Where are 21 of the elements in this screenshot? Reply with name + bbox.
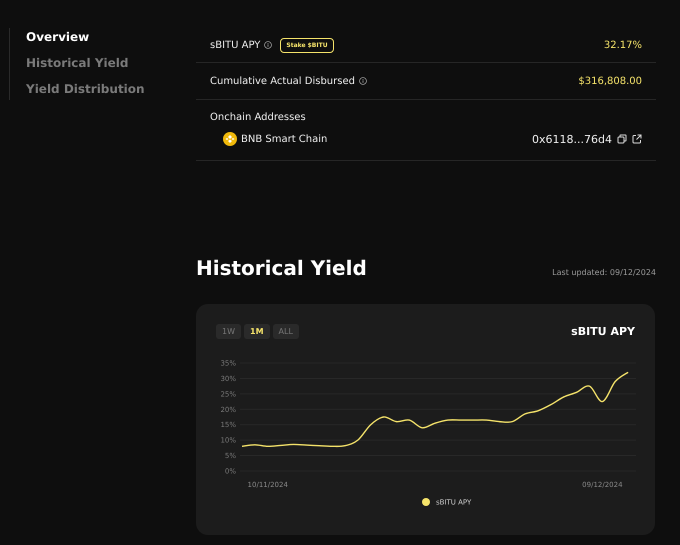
sidebar-item[interactable]: Overview	[26, 30, 90, 44]
range-tab[interactable]: 1W	[216, 324, 241, 339]
metric-label: sBITU APY	[210, 40, 260, 50]
chain-logo-icon	[223, 132, 237, 146]
last-updated-text: Last updated: 09/12/2024	[552, 268, 656, 277]
metric-value: $316,808.00	[578, 76, 642, 86]
range-tab[interactable]: 1M	[244, 324, 270, 339]
external-link-icon[interactable]	[632, 134, 642, 144]
metric-value: 32.17%	[604, 40, 642, 50]
copy-icon[interactable]	[617, 134, 627, 144]
info-icon[interactable]	[264, 41, 272, 49]
sidebar-item[interactable]: Historical Yield	[26, 56, 128, 70]
sidebar-item[interactable]: Yield Distribution	[26, 82, 145, 96]
range-tab[interactable]: ALL	[272, 324, 299, 339]
section-label: Onchain Addresses	[210, 112, 307, 123]
info-icon[interactable]	[358, 77, 367, 85]
section-heading: Historical Yield	[196, 256, 367, 280]
wallet-address: 0x6118...76d4	[532, 132, 612, 146]
chain-name: BNB Smart Chain	[241, 134, 328, 144]
chart-title: sBITU APY	[571, 325, 635, 338]
metric-label: Cumulative Actual Disbursed	[210, 76, 355, 86]
